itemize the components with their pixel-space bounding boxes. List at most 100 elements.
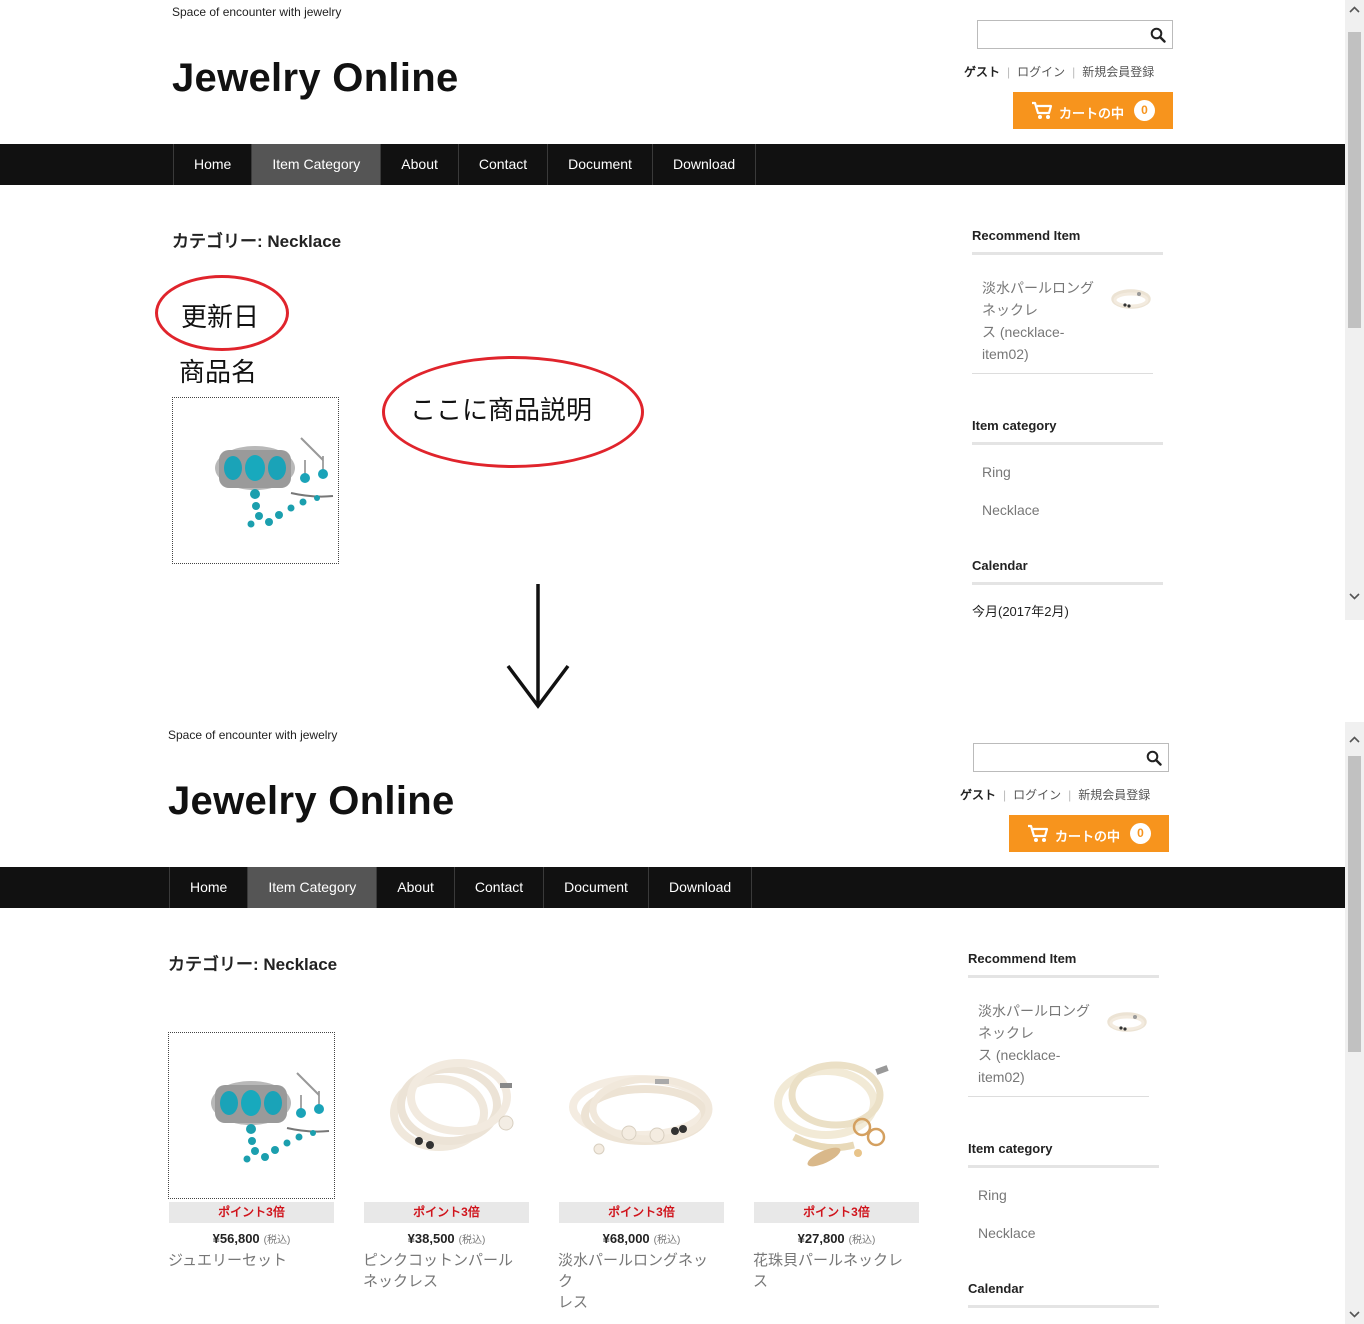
user-links: ゲスト | ログイン | 新規会員登録 <box>960 786 1150 803</box>
product-image-long-pearl[interactable] <box>559 1033 724 1198</box>
divider: | <box>1007 65 1011 79</box>
divider: | <box>1068 788 1072 802</box>
recommend-title: Recommend Item <box>972 228 1163 255</box>
nav-contact[interactable]: Contact <box>459 144 549 185</box>
main-nav: Home Item Category About Contact Documen… <box>0 144 1345 185</box>
nav-contact[interactable]: Contact <box>455 867 545 908</box>
scrollbar[interactable] <box>1345 0 1364 620</box>
site-tagline: Space of encounter with jewelry <box>172 5 342 19</box>
tax-label: (税込) <box>848 1235 876 1246</box>
price-value: ¥56,800 <box>212 1231 260 1246</box>
recommend-item-image[interactable] <box>1109 284 1153 314</box>
tax-label: (税込) <box>458 1235 486 1246</box>
points-badge: ポイント3倍 <box>169 1202 334 1223</box>
site-logo[interactable]: Jewelry Online <box>168 779 455 824</box>
divider <box>968 1096 1149 1097</box>
cart-count-badge: 0 <box>1134 100 1155 121</box>
search-icon[interactable] <box>1146 750 1162 766</box>
product-price: ¥68,000 (税込) <box>559 1231 724 1246</box>
scroll-down-icon[interactable] <box>1348 590 1361 602</box>
points-badge: ポイント3倍 <box>364 1202 529 1223</box>
search-input[interactable] <box>974 744 1140 771</box>
nav-home[interactable]: Home <box>170 867 249 908</box>
before-screenshot: Space of encounter with jewelry Jewelry … <box>0 0 1364 620</box>
login-link[interactable]: ログイン <box>1013 788 1061 802</box>
cart-button[interactable]: カートの中 0 <box>1009 815 1169 852</box>
nav-about[interactable]: About <box>377 867 455 908</box>
nav-download[interactable]: Download <box>653 144 757 185</box>
recommend-name-line: ネックレ <box>978 1025 1034 1041</box>
scrollbar-thumb[interactable] <box>1348 756 1361 1052</box>
product-name-line: ネックレス <box>363 1273 439 1290</box>
after-screenshot: Space of encounter with jewelry Jewelry … <box>0 722 1364 1324</box>
calendar-title: Calendar <box>968 1281 1159 1308</box>
recommend-title: Recommend Item <box>968 951 1159 978</box>
nav-document[interactable]: Document <box>544 867 649 908</box>
site-logo[interactable]: Jewelry Online <box>172 56 459 101</box>
product-price: ¥56,800 (税込) <box>169 1231 334 1246</box>
main-nav: Home Item Category About Contact Documen… <box>0 867 1345 908</box>
nav-document[interactable]: Document <box>548 144 653 185</box>
annotation-product-name: 商品名 <box>179 358 258 388</box>
product-image-shell-pearl[interactable] <box>754 1033 919 1198</box>
cart-count-badge: 0 <box>1130 823 1151 844</box>
points-badge: ポイント3倍 <box>754 1202 919 1223</box>
sidebar-category-ring[interactable]: Ring <box>982 464 1011 480</box>
search-input[interactable] <box>978 21 1144 48</box>
tax-label: (税込) <box>263 1235 291 1246</box>
nav-item-category[interactable]: Item Category <box>248 867 378 908</box>
cart-icon <box>1032 101 1053 119</box>
nav-home[interactable]: Home <box>174 144 253 185</box>
recommend-name-line: ス (necklace- <box>978 1047 1061 1063</box>
scroll-down-icon[interactable] <box>1348 1308 1361 1320</box>
calendar-title: Calendar <box>972 558 1163 585</box>
product-name-line: ジュエリーセット <box>168 1252 287 1269</box>
sidebar-category-necklace[interactable]: Necklace <box>982 502 1040 518</box>
divider: | <box>1003 788 1007 802</box>
cart-button[interactable]: カートの中 0 <box>1013 92 1173 129</box>
recommend-name-line: 淡水パールロング <box>978 1003 1090 1019</box>
scroll-up-icon[interactable] <box>1348 4 1361 16</box>
search-box <box>977 20 1173 49</box>
product-image-jewelry-set[interactable] <box>172 397 339 564</box>
recommend-name-line: item02) <box>982 346 1029 362</box>
cart-label: カートの中 <box>1059 106 1125 121</box>
price-value: ¥27,800 <box>797 1231 845 1246</box>
register-link[interactable]: 新規会員登録 <box>1082 65 1154 79</box>
user-links: ゲスト | ログイン | 新規会員登録 <box>964 63 1154 80</box>
scroll-up-icon[interactable] <box>1348 734 1361 746</box>
nav-download[interactable]: Download <box>649 867 753 908</box>
nav-about[interactable]: About <box>381 144 459 185</box>
guest-label: ゲスト <box>964 65 1001 79</box>
site-tagline: Space of encounter with jewelry <box>168 728 338 742</box>
tax-label: (税込) <box>653 1235 681 1246</box>
login-link[interactable]: ログイン <box>1017 65 1065 79</box>
product-image-pink-pearl[interactable] <box>364 1033 529 1198</box>
product-name-link[interactable]: 花珠貝パールネックレス <box>753 1250 913 1292</box>
scrollbar-thumb[interactable] <box>1348 32 1361 328</box>
sidebar-category-necklace[interactable]: Necklace <box>978 1225 1036 1241</box>
scrollbar[interactable] <box>1345 722 1364 1324</box>
recommend-item-name[interactable]: 淡水パールロング ネックレ ス (necklace- item02) <box>982 277 1102 365</box>
recommend-name-line: ネックレ <box>982 302 1038 318</box>
arrow-down-icon <box>506 584 570 709</box>
register-link[interactable]: 新規会員登録 <box>1078 788 1150 802</box>
category-title: カテゴリー: Necklace <box>172 232 342 251</box>
divider: | <box>1072 65 1076 79</box>
recommend-item-name[interactable]: 淡水パールロング ネックレ ス (necklace- item02) <box>978 1000 1098 1088</box>
search-icon[interactable] <box>1150 27 1166 43</box>
product-name-link[interactable]: ジュエリーセット <box>168 1250 328 1271</box>
product-price: ¥38,500 (税込) <box>364 1231 529 1246</box>
divider <box>972 373 1153 374</box>
product-image-jewelry-set[interactable] <box>168 1032 335 1199</box>
points-badge: ポイント3倍 <box>559 1202 724 1223</box>
product-name-link[interactable]: 淡水パールロングネック レス <box>558 1250 718 1313</box>
item-category-title: Item category <box>968 1141 1159 1168</box>
nav-item-category[interactable]: Item Category <box>252 144 382 185</box>
product-name-line: ピンクコットンパール <box>363 1252 514 1269</box>
sidebar-category-ring[interactable]: Ring <box>978 1187 1007 1203</box>
annotation-update-date: 更新日 <box>181 303 260 333</box>
product-name-link[interactable]: ピンクコットンパール ネックレス <box>363 1250 523 1292</box>
recommend-item-image[interactable] <box>1105 1007 1149 1037</box>
annotation-description: ここに商品説明 <box>410 396 593 426</box>
